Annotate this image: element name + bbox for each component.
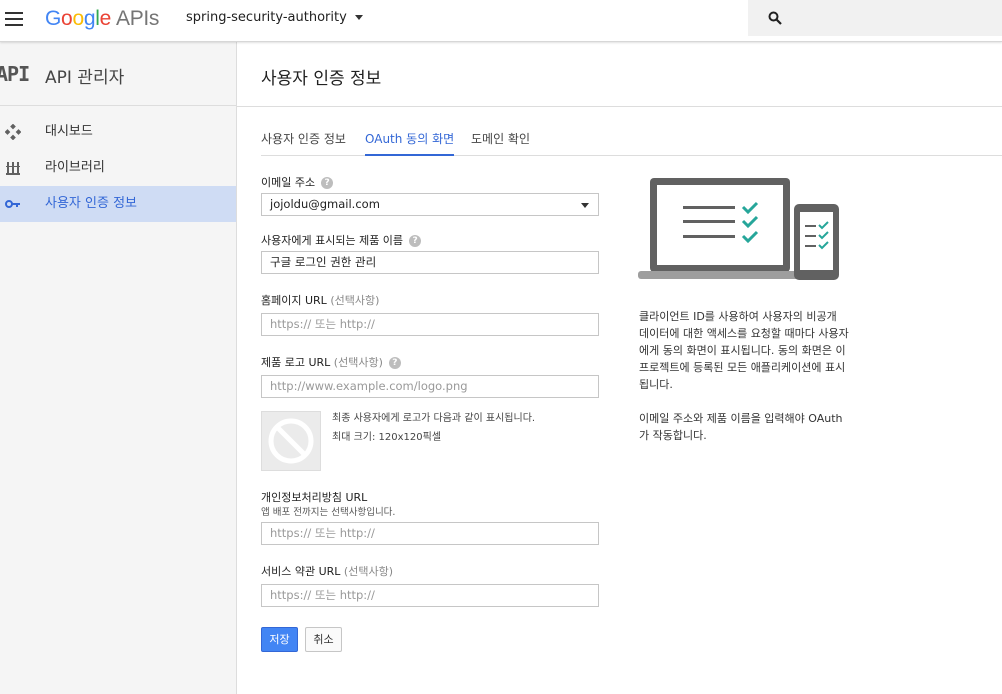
logo-note-line: 최대 크기: 120x120픽셀 — [332, 432, 442, 443]
library-icon — [6, 162, 20, 175]
project-name: spring-security-authority — [186, 10, 347, 25]
consent-screen-illustration — [638, 178, 839, 280]
email-select[interactable]: jojoldu@gmail.com — [261, 193, 599, 216]
cancel-button[interactable]: 취소 — [305, 627, 342, 652]
sidebar-item-label: 라이브러리 — [45, 160, 105, 175]
menu-icon[interactable] — [5, 12, 23, 26]
terms-placeholder: https:// 또는 http:// — [270, 588, 375, 602]
email-label: 이메일 주소? — [261, 174, 334, 190]
product-name-value: 구글 로그인 권한 관리 — [270, 255, 377, 269]
sidebar-title: API 관리자 — [45, 68, 125, 88]
info-paragraph: 이메일 주소와 제품 이름을 입력해야 OAuth가 작동합니다. — [639, 412, 843, 442]
sidebar-item-credentials[interactable]: 사용자 인증 정보 — [0, 186, 236, 222]
optional-tag: (선택사항) — [330, 294, 380, 307]
search-box[interactable] — [748, 0, 1002, 36]
key-icon — [5, 200, 20, 208]
project-selector[interactable]: spring-security-authority — [186, 10, 363, 25]
product-name-label: 사용자에게 표시되는 제품 이름? — [261, 232, 422, 248]
chevron-down-icon — [354, 15, 363, 20]
sidebar-item-label: 사용자 인증 정보 — [45, 196, 137, 211]
sidebar-item-library[interactable]: 라이브러리 — [0, 150, 236, 186]
tab-credentials[interactable]: 사용자 인증 정보 — [261, 130, 346, 156]
logo-url-input[interactable]: http://www.example.com/logo.png — [261, 375, 599, 398]
search-icon[interactable] — [768, 11, 782, 25]
tab-bar: 사용자 인증 정보 OAuth 동의 화면 도메인 확인 — [261, 130, 1002, 156]
product-name-label-text: 사용자에게 표시되는 제품 이름 — [261, 234, 404, 247]
email-label-text: 이메일 주소 — [261, 176, 316, 189]
help-icon[interactable]: ? — [388, 357, 401, 369]
no-image-icon — [268, 418, 314, 464]
homepage-placeholder: https:// 또는 http:// — [270, 317, 375, 331]
privacy-placeholder: https:// 또는 http:// — [270, 526, 375, 540]
main-content: 사용자 인증 정보 사용자 인증 정보 OAuth 동의 화면 도메인 확인 이… — [237, 42, 1002, 694]
info-paragraph: 클라이언트 ID를 사용하여 사용자의 비공개 데이터에 대한 액세스를 요청할… — [639, 310, 849, 391]
homepage-input[interactable]: https:// 또는 http:// — [261, 313, 599, 336]
logo-letter: e — [99, 7, 112, 30]
logo-url-label: 제품 로고 URL (선택사항)? — [261, 354, 401, 370]
optional-tag: (선택사항) — [343, 565, 393, 578]
page-title: 사용자 인증 정보 — [261, 69, 382, 89]
top-app-bar: Google APIs spring-security-authority — [0, 0, 1002, 42]
email-value: jojoldu@gmail.com — [270, 197, 380, 211]
optional-tag: (선택사항) — [333, 356, 383, 369]
privacy-note: 앱 배포 전까지는 선택사항입니다. — [261, 507, 396, 518]
consent-info: 클라이언트 ID를 사용하여 사용자의 비공개 데이터에 대한 액세스를 요청할… — [639, 308, 849, 461]
logo-letter: g — [83, 7, 96, 30]
privacy-input[interactable]: https:// 또는 http:// — [261, 522, 599, 545]
tab-domain-verification[interactable]: 도메인 확인 — [471, 130, 530, 156]
sidebar: API API 관리자 대시보드 라이브러리 사용자 인증 정보 — [0, 42, 237, 694]
logo-letter: o — [72, 7, 84, 30]
chevron-down-icon — [581, 203, 589, 208]
logo-note: 최종 사용자에게 로고가 다음과 같이 표시됩니다. 최대 크기: 120x12… — [332, 409, 535, 447]
sidebar-nav: 대시보드 라이브러리 사용자 인증 정보 — [0, 106, 236, 222]
logo-preview — [261, 411, 321, 471]
divider — [237, 106, 1002, 107]
terms-label: 서비스 약관 URL (선택사항) — [261, 563, 393, 579]
homepage-label: 홈페이지 URL (선택사항) — [261, 292, 379, 308]
privacy-label: 개인정보처리방침 URL — [261, 491, 368, 504]
logo-url-label-text: 제품 로고 URL — [261, 356, 331, 369]
google-apis-logo[interactable]: Google APIs — [45, 7, 159, 31]
logo-suffix: APIs — [115, 7, 160, 30]
tab-oauth-consent[interactable]: OAuth 동의 화면 — [365, 130, 455, 156]
sidebar-header: API API 관리자 — [0, 42, 236, 106]
logo-letter: o — [61, 7, 73, 30]
terms-input[interactable]: https:// 또는 http:// — [261, 584, 599, 607]
sidebar-item-label: 대시보드 — [45, 124, 93, 139]
dashboard-icon — [5, 124, 21, 140]
save-button[interactable]: 저장 — [261, 627, 298, 652]
product-name-input[interactable]: 구글 로그인 권한 관리 — [261, 251, 599, 274]
help-icon[interactable]: ? — [409, 235, 422, 247]
logo-url-placeholder: http://www.example.com/logo.png — [270, 379, 468, 393]
logo-note-line: 최종 사용자에게 로고가 다음과 같이 표시됩니다. — [332, 413, 536, 424]
sidebar-item-dashboard[interactable]: 대시보드 — [0, 114, 236, 150]
terms-label-text: 서비스 약관 URL — [261, 565, 341, 578]
homepage-label-text: 홈페이지 URL — [261, 294, 327, 307]
help-icon[interactable]: ? — [321, 177, 334, 189]
logo-letter: G — [45, 7, 62, 30]
api-badge: API — [0, 62, 30, 86]
